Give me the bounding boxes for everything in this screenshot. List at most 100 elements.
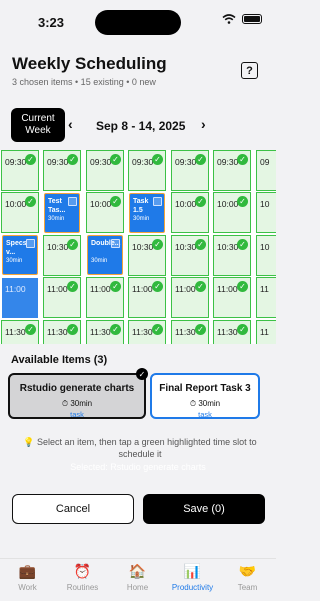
stopwatch-icon: ⏱ <box>61 399 69 408</box>
selected-time-slot[interactable]: 11:00 <box>2 278 38 318</box>
system-icons <box>222 14 262 24</box>
time-slot[interactable]: 11 <box>256 320 276 344</box>
time-slot[interactable]: 11:30 ✓ <box>171 320 209 344</box>
checkmark-icon: ✓ <box>152 324 163 335</box>
slot-time: 11:30 <box>217 327 238 337</box>
selected-item-text: Selected: Rstudio generate charts <box>70 462 206 472</box>
selected-checkmark-icon: ✓ <box>136 368 148 380</box>
day-column: 09:30 ✓ 10:00 ✓ 10:30 ✓ 11:00 ✓ 11:30 ✓ <box>213 150 251 344</box>
slot-time: 11:00 <box>217 284 238 294</box>
time-slot[interactable]: 10 <box>256 235 276 276</box>
time-slot[interactable]: 11:30 ✓ <box>1 320 39 344</box>
checkmark-icon: ✓ <box>110 196 121 207</box>
tab-home[interactable]: 🏠 Home <box>110 563 165 592</box>
slot-time: 09:30 <box>90 157 112 167</box>
time-slot[interactable]: 10:30 ✓ <box>213 235 251 276</box>
time-slot[interactable]: 10:30 ✓ <box>43 235 81 276</box>
checkmark-icon: ✓ <box>237 239 248 250</box>
slot-time: 11:00 <box>132 284 153 294</box>
time-slot[interactable]: 11:30 ✓ <box>128 320 166 344</box>
info-icon[interactable] <box>153 197 162 206</box>
time-slot[interactable]: 11:00 ✓ <box>86 277 124 318</box>
scheduled-item[interactable]: Task 1.5 30min <box>129 193 165 233</box>
slot-time: 11:30 <box>175 327 196 337</box>
time-slot[interactable]: 10:00 ✓ <box>171 192 209 233</box>
slot-time: 10 <box>260 242 270 252</box>
checkmark-icon: ✓ <box>237 154 248 165</box>
checkmark-icon: ✓ <box>25 324 36 335</box>
time-slot[interactable]: 11:30 ✓ <box>213 320 251 344</box>
week-range: Sep 8 - 14, 2025 <box>96 119 186 133</box>
slot-time: 09:30 <box>132 157 154 167</box>
slot-time: 11 <box>260 327 269 337</box>
day-column: 09:30 ✓ Test Tas... 30min 10:30 ✓ 11:00 ✓ 11… <box>43 150 81 344</box>
cancel-button[interactable]: Cancel <box>12 494 134 524</box>
time-slot[interactable]: 11:00 ✓ <box>171 277 209 318</box>
current-week-button[interactable]: Current Week <box>11 108 65 142</box>
slot-time: 09 <box>260 157 270 167</box>
time-slot[interactable]: 11:30 ✓ <box>43 320 81 344</box>
info-icon[interactable] <box>68 197 77 206</box>
checkmark-icon: ✓ <box>67 239 78 250</box>
tab-productivity[interactable]: 📊 Productivity <box>165 563 220 592</box>
week-navigation: Current Week ‹ Sep 8 - 14, 2025 › <box>0 102 276 144</box>
info-icon[interactable] <box>111 239 120 248</box>
time-slot[interactable]: 11:00 ✓ <box>128 277 166 318</box>
scheduled-item[interactable]: Double... 30min <box>87 235 123 275</box>
scheduled-item[interactable]: Specs v... 30min <box>2 235 38 275</box>
checkmark-icon: ✓ <box>110 281 121 292</box>
time-slot[interactable]: 09:30 ✓ <box>213 150 251 191</box>
chevron-left-icon[interactable]: ‹ <box>68 116 73 132</box>
info-icon[interactable] <box>26 239 35 248</box>
time-slot[interactable]: 11 <box>256 277 276 318</box>
house-icon: 🏠 <box>128 563 147 579</box>
time-slot[interactable]: 09:30 ✓ <box>1 150 39 191</box>
slot-time: 10:30 <box>47 242 69 252</box>
day-column: 09:30 ✓ 10:00 ✓ Double... 30min 11:00 ✓ 11:3… <box>86 150 124 344</box>
time-slot[interactable]: 11:00 ✓ <box>213 277 251 318</box>
slot-time: 11:00 <box>90 284 111 294</box>
time-slot[interactable]: 09:30 ✓ <box>43 150 81 191</box>
page-subtitle: 3 chosen items • 15 existing • 0 new <box>12 77 156 87</box>
slot-time: 11:30 <box>5 327 26 337</box>
lightbulb-icon: 💡 <box>23 437 35 447</box>
time-slot[interactable]: 11:00 ✓ <box>43 277 81 318</box>
time-slot[interactable]: 10:00 ✓ <box>213 192 251 233</box>
time-slot[interactable]: 11:30 ✓ <box>86 320 124 344</box>
status-bar: 3:23 <box>0 0 276 44</box>
available-item-card-selected[interactable]: Rstudio generate charts ⏱ 30min task <box>8 373 146 419</box>
time-slot[interactable]: 09:30 ✓ <box>128 150 166 191</box>
time-slot[interactable]: 10:00 ✓ <box>86 192 124 233</box>
chevron-right-icon[interactable]: › <box>201 116 206 132</box>
day-column: 09 10 10 11 11 <box>256 150 276 344</box>
page-header: Weekly Scheduling 3 chosen items • 15 ex… <box>0 44 276 98</box>
save-button[interactable]: Save (0) <box>143 494 265 524</box>
time-slot[interactable]: 09 <box>256 150 276 191</box>
instruction-text: 💡 Select an item, then tap a green highl… <box>23 437 257 459</box>
time-slot[interactable]: 09:30 ✓ <box>86 150 124 191</box>
time-slot[interactable]: 10:00 ✓ <box>1 192 39 233</box>
checkmark-icon: ✓ <box>25 154 36 165</box>
time-slot[interactable]: 10:30 ✓ <box>128 235 166 276</box>
available-item-card[interactable]: Final Report Task 3 ⏱ 30min task <box>150 373 260 419</box>
card-duration: ⏱ 30min <box>61 399 93 408</box>
slot-time: 11:30 <box>47 327 68 337</box>
help-icon[interactable]: ? <box>241 62 258 79</box>
checkmark-icon: ✓ <box>195 196 206 207</box>
checkmark-icon: ✓ <box>195 239 206 250</box>
time-slot[interactable]: 10 <box>256 192 276 233</box>
time-slot[interactable]: 09:30 ✓ <box>171 150 209 191</box>
time-slot[interactable]: 10:30 ✓ <box>171 235 209 276</box>
stopwatch-icon: ⏱ <box>189 399 197 408</box>
scheduled-item[interactable]: Test Tas... 30min <box>44 193 80 233</box>
checkmark-icon: ✓ <box>195 154 206 165</box>
tab-work[interactable]: 💼 Work <box>0 563 55 592</box>
checkmark-icon: ✓ <box>152 154 163 165</box>
day-column: 09:30 ✓ Task 1.5 30min 10:30 ✓ 11:00 ✓ 11:30… <box>128 150 166 344</box>
checkmark-icon: ✓ <box>67 154 78 165</box>
scheduled-item-duration: 30min <box>91 258 108 264</box>
slot-time: 10:30 <box>132 242 154 252</box>
tab-team[interactable]: 🤝 Team <box>220 563 275 592</box>
slot-time: 09:30 <box>217 157 239 167</box>
tab-routines[interactable]: ⏰ Routines <box>55 563 110 592</box>
